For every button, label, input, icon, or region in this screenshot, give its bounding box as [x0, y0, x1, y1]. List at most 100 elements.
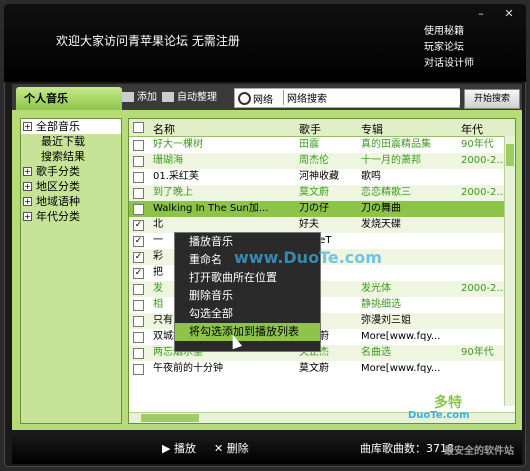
- row-checkbox[interactable]: ✓: [133, 252, 144, 263]
- row-checkbox[interactable]: [133, 316, 144, 327]
- tree-item-recent[interactable]: 最近下载: [21, 134, 121, 149]
- watermark: 多特: [434, 395, 462, 411]
- cell-album: 恋恋精歌三: [361, 187, 411, 198]
- cell-album: 名曲选: [361, 347, 391, 358]
- cell-artist: 田震: [299, 139, 319, 150]
- row-checkbox[interactable]: [133, 332, 144, 343]
- row-checkbox[interactable]: [133, 364, 144, 375]
- cell-album: 弥漫刘三姐: [361, 315, 411, 326]
- cell-era: 90年代: [461, 139, 494, 150]
- start-search-button[interactable]: 开始搜索: [464, 89, 520, 109]
- row-checkbox[interactable]: [133, 188, 144, 199]
- minimize-button[interactable]: –: [474, 8, 488, 20]
- tree-item-all[interactable]: + 全部音乐: [21, 119, 121, 134]
- row-checkbox[interactable]: [133, 204, 144, 215]
- expand-icon[interactable]: +: [23, 197, 32, 206]
- search-box: 网络: [234, 88, 460, 108]
- add-button[interactable]: 添加: [122, 89, 157, 107]
- tree-item-region[interactable]: + 地区分类: [21, 179, 121, 194]
- search-input[interactable]: [283, 90, 460, 105]
- tree-item-language[interactable]: + 地域语种: [21, 194, 121, 209]
- search-icon: [238, 92, 251, 105]
- play-button[interactable]: ▶ 播放: [162, 440, 196, 456]
- expand-icon[interactable]: +: [23, 167, 32, 176]
- add-icon: [122, 92, 134, 102]
- cell-name: 午夜前的十分钟: [153, 363, 223, 374]
- tab-personal-music[interactable]: 个人音乐: [16, 87, 122, 110]
- row-checkbox[interactable]: [133, 348, 144, 359]
- row-checkbox[interactable]: [133, 156, 144, 167]
- delete-button[interactable]: ✕ 删除: [214, 440, 249, 456]
- auto-organize-button[interactable]: 自动整理: [162, 89, 217, 107]
- row-checkbox[interactable]: ✓: [133, 268, 144, 279]
- cell-album: 发光体: [361, 283, 391, 294]
- table-row[interactable]: 午夜前的十分钟 莫文蔚 More[www.fqy...: [129, 361, 505, 377]
- col-album[interactable]: 专辑: [361, 121, 383, 137]
- tree-item-search-results[interactable]: 搜索结果: [21, 149, 121, 164]
- cell-era: 2000-2...: [461, 283, 505, 294]
- cell-album: More[www.fqy...: [361, 331, 441, 342]
- table-row[interactable]: 珊瑚海 周杰伦 十一月的萧邦 2000-2...: [129, 153, 505, 169]
- category-tree: + 全部音乐 最近下载 搜索结果 + 歌手分类 + 地区分类 + 地域语种 + 年代分类: [20, 118, 122, 424]
- menu-open-location[interactable]: 打开歌曲所在位置: [175, 269, 320, 287]
- table-row[interactable]: ✓ 北 好夫 发烧天碟: [129, 217, 505, 233]
- link-forum[interactable]: 玩家论坛: [424, 40, 474, 56]
- row-checkbox[interactable]: [133, 284, 144, 295]
- cell-album: 刀の舞曲: [361, 203, 401, 214]
- row-checkbox[interactable]: [133, 300, 144, 311]
- tree-label: 地域语种: [36, 195, 80, 208]
- row-checkbox[interactable]: [133, 140, 144, 151]
- cell-artist: 好夫: [299, 219, 319, 230]
- close-button[interactable]: ✕: [502, 8, 516, 20]
- cell-name: 北: [153, 219, 163, 230]
- table-row[interactable]: 01.采红芙 河神收藏 歌鸣: [129, 169, 505, 185]
- cell-era: 90年代: [461, 347, 494, 358]
- select-all-checkbox[interactable]: [133, 122, 144, 133]
- expand-icon[interactable]: +: [23, 212, 32, 221]
- toolbar: 个人音乐 添加 自动整理 网络 开始搜索: [12, 84, 522, 110]
- cell-album: 发烧天碟: [361, 219, 401, 230]
- cell-artist: 莫文蔚: [299, 363, 329, 374]
- cell-artist: 周杰伦: [299, 155, 329, 166]
- col-artist[interactable]: 歌手: [299, 121, 321, 137]
- app-window: – ✕ 欢迎大家访问青苹果论坛 无需注册 使用秘籍 玩家论坛 对话设计师 个人音…: [0, 0, 530, 471]
- table-row[interactable]: 好大一棵树 田震 真的田震精品集 90年代: [129, 137, 505, 153]
- cell-album: 歌鸣: [361, 171, 381, 182]
- tree-item-artist[interactable]: + 歌手分类: [21, 164, 121, 179]
- menu-add-to-playlist[interactable]: 将勾选添加到播放列表: [175, 323, 320, 341]
- tree-item-era[interactable]: + 年代分类: [21, 209, 121, 224]
- table-row[interactable]: Walking In The Sun加... 刀の仔 刀の舞曲: [129, 201, 505, 217]
- row-checkbox[interactable]: [133, 172, 144, 183]
- tree-label: 全部音乐: [36, 120, 80, 133]
- link-designer[interactable]: 对话设计师: [424, 56, 474, 72]
- table-header: 名称 歌手 专辑 年代: [129, 119, 515, 137]
- col-name[interactable]: 名称: [153, 121, 175, 137]
- cell-album: 真的田震精品集: [361, 139, 431, 150]
- table-row[interactable]: 到了晚上 莫文蔚 恋恋精歌三 2000-2...: [129, 185, 505, 201]
- link-tips[interactable]: 使用秘籍: [424, 24, 474, 40]
- top-links: 使用秘籍 玩家论坛 对话设计师: [424, 24, 474, 72]
- expand-icon[interactable]: +: [23, 122, 32, 131]
- organize-label: 自动整理: [177, 92, 217, 103]
- cell-era: 2000-2...: [461, 187, 505, 198]
- window-body: – ✕ 欢迎大家访问青苹果论坛 无需注册 使用秘籍 玩家论坛 对话设计师 个人音…: [4, 4, 526, 467]
- row-checkbox[interactable]: ✓: [133, 220, 144, 231]
- tree-label: 地区分类: [36, 180, 80, 193]
- watermark: DuoTe.com: [408, 410, 470, 421]
- scroll-thumb[interactable]: [141, 414, 199, 422]
- cell-album: 静挑细选: [361, 299, 401, 310]
- search-scope[interactable]: 网络: [253, 91, 273, 106]
- row-checkbox[interactable]: ✓: [133, 236, 144, 247]
- watermark: 最安全的软件站: [444, 446, 514, 457]
- cell-name: 珊瑚海: [153, 155, 183, 166]
- tree-label: 最近下载: [41, 135, 85, 148]
- menu-check-all[interactable]: 勾选全部: [175, 305, 320, 323]
- scroll-thumb[interactable]: [506, 144, 514, 166]
- expand-icon[interactable]: +: [23, 182, 32, 191]
- welcome-banner[interactable]: 欢迎大家访问青苹果论坛 无需注册: [56, 32, 240, 49]
- col-era[interactable]: 年代: [461, 121, 483, 137]
- cell-name: 到了晚上: [153, 187, 193, 198]
- cell-album: More[www.fqy...: [361, 363, 441, 374]
- vertical-scrollbar[interactable]: [504, 136, 515, 406]
- menu-delete[interactable]: 删除音乐: [175, 287, 320, 305]
